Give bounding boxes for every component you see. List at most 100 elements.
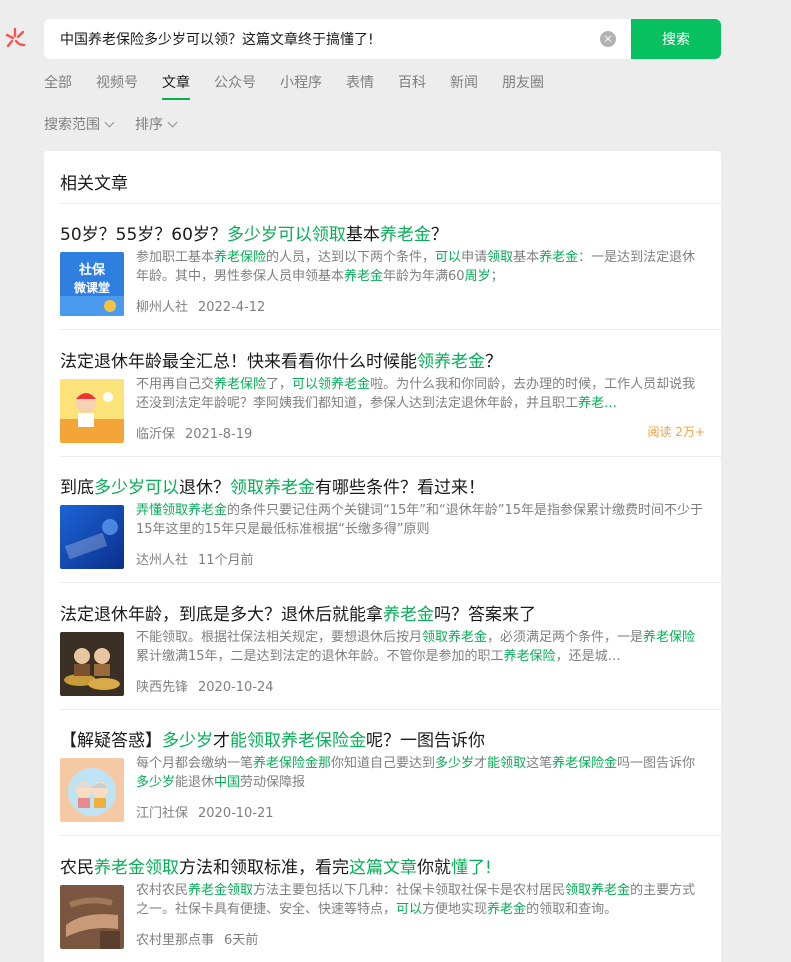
title-run: 基本 (345, 225, 380, 245)
tab-7[interactable]: 新闻 (450, 72, 478, 100)
title-run: 能领取养老保险金 (230, 731, 366, 751)
snippet-run: 不用再自己交 (136, 376, 215, 392)
snippet-run: 每个月都会缴纳一笔 (136, 756, 254, 771)
snippet-run: 中国 (214, 775, 241, 790)
article-snippet: 弄懂领取养老金的条件只要记住两个关键词“15年”和“退休年龄”15年是指参保累计… (136, 501, 705, 539)
snippet-run: 养老金领取 (188, 882, 254, 898)
article-title[interactable]: 50岁？55岁？60岁？多少岁可以领取基本养老金？ (60, 220, 448, 245)
title-run: 领养老金 (417, 351, 485, 372)
tab-3[interactable]: 公众号 (214, 72, 256, 100)
article-source[interactable]: 临沂保 (136, 427, 175, 442)
article-result[interactable]: 法定退休年龄，到底是多大？退休后就能拿养老金吗？答案来了不能领取。根据社保法相关… (60, 584, 721, 710)
title-run: 农民 (60, 857, 94, 878)
search-input[interactable] (44, 19, 630, 59)
title-run: 多少岁 (162, 731, 213, 751)
article-thumbnail (60, 631, 124, 696)
article-meta: 江门社保 2020-10-21 (136, 802, 274, 821)
snippet-run: 养老保险 (214, 250, 267, 265)
snippet-run: 方便地实现 (422, 901, 488, 917)
article-title[interactable]: 到底多少岁可以退休？领取养老金有哪些条件？看过来！ (60, 473, 485, 498)
article-snippet: 参加职工基本养老保险的人员，达到以下两个条件，可以申请领取基本养老金：一是达到法… (136, 248, 705, 286)
title-run: 才 (213, 731, 230, 751)
snippet-run: 养老保险 (503, 648, 556, 664)
article-source[interactable]: 柳州人社 (136, 300, 188, 315)
snippet-run: ，还是城… (555, 648, 621, 664)
filter-bar: 搜索范围 排序 (44, 114, 198, 134)
article-title[interactable]: 法定退休年龄最全汇总！快来看看你什么时候能领养老金？ (60, 347, 502, 372)
tab-8[interactable]: 朋友圈 (502, 72, 544, 100)
search-bar: × 搜索 (44, 19, 721, 59)
article-source[interactable]: 陕西先锋 (136, 680, 188, 695)
title-run: 到底 (60, 478, 94, 498)
title-run: 退休？ (179, 478, 230, 498)
article-date: 11个月前 (198, 553, 254, 568)
article-result[interactable]: 50岁？55岁？60岁？多少岁可以领取基本养老金？ 社保 微课堂 参加职工基本养老保险… (60, 204, 721, 330)
article-title[interactable]: 法定退休年龄，到底是多大？退休后就能拿养老金吗？答案来了 (60, 600, 536, 625)
article-meta: 陕西先锋 2020-10-24 (136, 676, 274, 695)
snippet-run: 多少岁 (435, 756, 475, 771)
title-run: 这篇文章 (349, 857, 417, 878)
snippet-run: 劳动保障报 (240, 775, 306, 790)
article-snippet: 不能领取。根据社保法相关规定，要想退休后按月领取养老金，必须满足两个条件，一是养… (136, 628, 705, 666)
article-thumbnail (60, 758, 124, 822)
snippet-run: 你知道自己要达到 (331, 756, 436, 771)
snippet-run: 不能领取。根据社保法相关规定，要想退休后按月 (136, 629, 423, 645)
title-run: 多少岁可以 (94, 478, 179, 498)
clear-icon[interactable]: × (600, 31, 616, 47)
article-source[interactable]: 农村里那点事 (136, 933, 214, 948)
snippet-run: 周岁 (464, 269, 491, 284)
tab-1[interactable]: 视频号 (96, 72, 138, 100)
article-title[interactable]: 【解疑答惑】多少岁才能领取养老保险金呢？一图告诉你 (60, 726, 485, 751)
title-run: 懂了! (451, 857, 492, 878)
title-run: 领取养老金 (230, 478, 315, 498)
search-scope-label: 搜索范围 (44, 117, 100, 133)
snippet-run: 多少岁 (136, 775, 176, 790)
search-scope-dropdown[interactable]: 搜索范围 (44, 114, 115, 134)
snippet-run: 这笔 (526, 756, 553, 771)
title-run: 养老金 (383, 604, 434, 625)
article-snippet: 农村农民养老金领取方法主要包括以下几种：社保卡领取社保卡是农村居民领取养老金的主… (136, 881, 705, 919)
article-snippet: 不用再自己交养老保险了，可以领养老金啦。为什么我和你同龄，去办理的时候，工作人员… (136, 375, 705, 413)
article-result[interactable]: 农民养老金领取方法和领取标准，看完这篇文章你就懂了! 农村农民养老金领取方法主要包… (60, 837, 721, 962)
tab-0[interactable]: 全部 (44, 72, 72, 100)
title-run: 养老金 (379, 225, 431, 245)
snippet-run: 才 (474, 756, 488, 771)
results-panel: 相关文章 50岁？55岁？60岁？多少岁可以领取基本养老金？ 社保 微课堂 参加职工基… (44, 151, 721, 962)
article-result[interactable]: 到底多少岁可以退休？领取养老金有哪些条件？看过来！ 弄懂领取养老金的条件只要记住两… (60, 457, 721, 583)
title-run: 多少岁可以领取 (226, 225, 346, 245)
snippet-run: 领取养老金 (422, 629, 488, 645)
tab-5[interactable]: 表情 (346, 72, 374, 100)
snippet-run: 可以 (435, 250, 462, 265)
article-date: 6天前 (224, 932, 259, 948)
article-meta: 农村里那点事 6天前 (136, 929, 258, 948)
sort-dropdown[interactable]: 排序 (135, 114, 178, 134)
snippet-run: 养老… (578, 395, 618, 411)
search-button[interactable]: 搜索 (631, 19, 721, 59)
snippet-run: 的人员，达到以下两个条件， (266, 250, 436, 265)
snippet-run: 养老保险金那 (253, 756, 332, 771)
wechat-search-logo-icon (3, 26, 29, 52)
tab-4[interactable]: 小程序 (280, 72, 322, 100)
chevron-down-icon (104, 117, 115, 127)
snippet-run: 累计缴满15年，二是达到法定的退休年龄。不管你是参加的职工 (136, 648, 504, 664)
article-result[interactable]: 法定退休年龄最全汇总！快来看看你什么时候能领养老金？ 不用再自己交养老保险了，可以… (60, 331, 721, 457)
article-snippet: 每个月都会缴纳一笔养老保险金那你知道自己要达到多少岁才能领取这笔养老保险金吗一图… (136, 754, 705, 792)
snippet-run: 了， (266, 376, 293, 392)
article-result[interactable]: 【解疑答惑】多少岁才能领取养老保险金呢？一图告诉你每个月都会缴纳一笔养老保险金那… (60, 710, 721, 836)
article-title[interactable]: 农民养老金领取方法和领取标准，看完这篇文章你就懂了! (60, 853, 492, 878)
snippet-run: 养老保险 (643, 629, 696, 645)
snippet-run: 能退休 (175, 775, 215, 790)
snippet-run: 可以领养老金 (292, 376, 371, 392)
search-tabs: 全部 视频号 文章 公众号 小程序 表情 百科 新闻 朋友圈 (44, 72, 568, 100)
article-source[interactable]: 达州人社 (136, 553, 188, 568)
snippet-run: 养老金 (344, 269, 384, 284)
tab-6[interactable]: 百科 (398, 72, 426, 100)
tab-2[interactable]: 文章 (162, 72, 190, 100)
title-run: 有哪些条件？看过来！ (315, 478, 485, 498)
article-source[interactable]: 江门社保 (136, 806, 188, 821)
article-meta: 柳州人社 2022-4-12 (136, 296, 265, 315)
snippet-run: 农村农民 (136, 882, 189, 898)
snippet-run: 养老保险金 (552, 756, 618, 771)
read-count: 阅读 2万+ (647, 424, 705, 439)
snippet-run: ； (490, 269, 504, 284)
